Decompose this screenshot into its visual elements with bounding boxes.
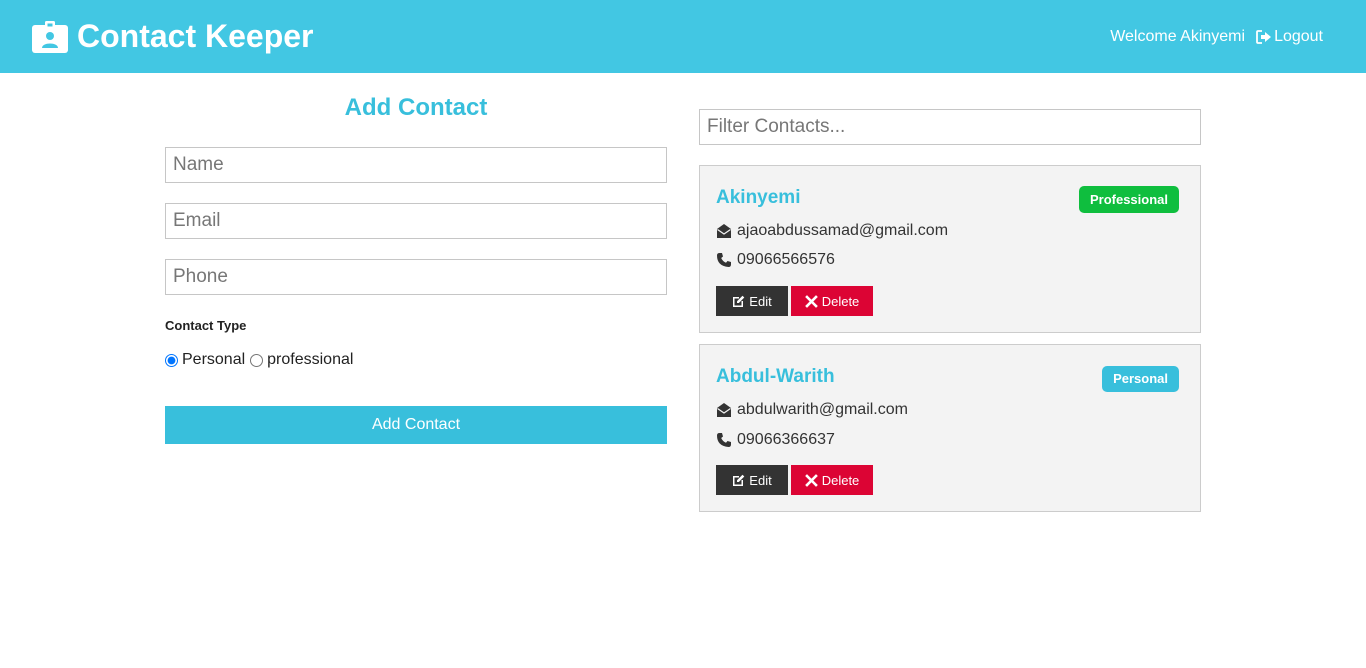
contact-email-row: ajaoabdussamad@gmail.com <box>716 222 948 240</box>
app-title: Contact Keeper <box>77 18 314 54</box>
delete-label: Delete <box>821 472 860 488</box>
logout-link[interactable]: Logout <box>1256 28 1323 46</box>
contact-type-badge: Personal <box>1102 366 1179 392</box>
contact-email: ajaoabdussamad@gmail.com <box>737 222 949 239</box>
contact-type-label: Contact Type <box>165 318 247 333</box>
phone-icon <box>717 433 731 447</box>
envelope-open-icon <box>717 224 731 238</box>
logout-label: Logout <box>1274 27 1323 45</box>
edit-icon <box>733 295 745 307</box>
envelope-open-icon <box>717 403 731 417</box>
radio-professional[interactable] <box>250 353 264 367</box>
name-input[interactable] <box>165 147 667 183</box>
sign-out-icon <box>1256 29 1272 44</box>
contact-email: abdulwarith@gmail.com <box>737 401 908 418</box>
edit-button[interactable]: Edit <box>716 286 788 316</box>
id-badge-icon <box>32 20 68 53</box>
filter-input[interactable] <box>699 109 1201 145</box>
navbar: Contact Keeper Welcome Akinyemi Logout <box>0 0 1366 73</box>
edit-label: Edit <box>749 293 772 309</box>
radio-professional-label: professional <box>267 351 354 368</box>
contact-card: Abdul-Warith Personal abdulwarith@gmail.… <box>699 344 1201 512</box>
welcome-text: Welcome Akinyemi <box>1110 27 1246 45</box>
edit-button[interactable]: Edit <box>716 465 788 495</box>
email-input[interactable] <box>165 203 667 239</box>
times-icon <box>804 294 818 308</box>
times-icon <box>804 473 818 487</box>
radio-personal[interactable] <box>165 353 178 367</box>
contact-phone-row: 09066366637 <box>716 431 835 449</box>
delete-button[interactable]: Delete <box>791 465 873 495</box>
nav-right: Welcome Akinyemi Logout <box>1110 28 1323 46</box>
contact-name: Abdul-Warith <box>716 366 835 387</box>
form-title: Add Contact <box>344 94 488 121</box>
contact-email-row: abdulwarith@gmail.com <box>716 401 908 419</box>
contact-phone-row: 09066566576 <box>716 251 835 269</box>
edit-label: Edit <box>749 472 772 488</box>
phone-icon <box>717 253 731 267</box>
contact-type-badge: Professional <box>1078 186 1179 213</box>
edit-icon <box>733 474 745 486</box>
contact-phone: 09066366637 <box>737 431 835 448</box>
contact-name: Akinyemi <box>716 187 801 208</box>
radio-personal-label: Personal <box>182 351 246 368</box>
brand: Contact Keeper <box>32 18 314 55</box>
contact-card: Akinyemi Professional ajaoabdussamad@gma… <box>699 165 1201 333</box>
add-contact-button[interactable]: Add Contact <box>165 406 667 444</box>
contact-phone: 09066566576 <box>737 251 835 268</box>
phone-input[interactable] <box>165 259 667 295</box>
contact-form: Add Contact Contact Type Personal profes… <box>165 92 667 444</box>
delete-label: Delete <box>821 293 860 309</box>
delete-button[interactable]: Delete <box>791 286 873 316</box>
contact-type-radios: Personal professional <box>165 351 358 369</box>
